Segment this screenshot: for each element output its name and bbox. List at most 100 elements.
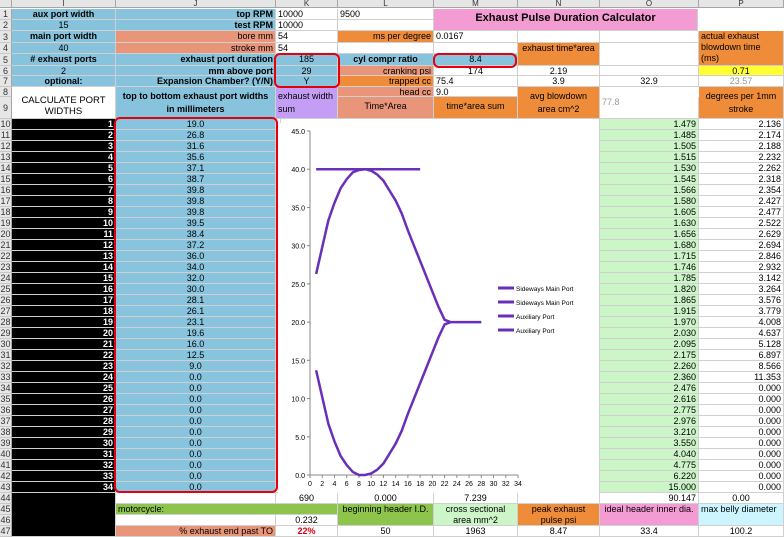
row-header[interactable]: 32 — [0, 361, 12, 372]
aux-port-width-value[interactable]: 15 — [12, 20, 116, 31]
col-header-o[interactable]: O — [600, 0, 699, 8]
n46-value[interactable]: 8.47 — [518, 526, 600, 537]
o3-empty[interactable] — [600, 31, 699, 43]
col-p-value[interactable]: 0.000 — [699, 482, 784, 493]
row-header[interactable]: 13 — [0, 152, 12, 163]
row-header[interactable]: 38 — [0, 427, 12, 438]
col-header-n[interactable]: N — [518, 0, 600, 8]
col-o-value[interactable]: 1.530 — [600, 163, 699, 174]
col-o-value[interactable]: 2.476 — [600, 383, 699, 394]
col-o-value[interactable]: 1.820 — [600, 284, 699, 295]
k44-value[interactable]: 690 — [276, 493, 338, 504]
col-o-value[interactable]: 1.630 — [600, 218, 699, 229]
row-header[interactable]: 37 — [0, 416, 12, 427]
j46-empty[interactable] — [116, 515, 276, 526]
col-header-p[interactable]: P — [699, 0, 784, 8]
row-header[interactable]: 8 — [0, 87, 12, 97]
l44-value[interactable]: 0.000 — [338, 493, 434, 504]
row-header[interactable]: 2 — [0, 20, 12, 31]
col-p-value[interactable]: 0.000 — [699, 416, 784, 427]
col-p-value[interactable]: 5.128 — [699, 339, 784, 350]
col-o-value[interactable]: 1.970 — [600, 317, 699, 328]
col-p-value[interactable]: 2.477 — [699, 207, 784, 218]
col-p-value[interactable]: 2.522 — [699, 218, 784, 229]
m44-value[interactable]: 7.239 — [434, 493, 518, 504]
row-header[interactable]: 12 — [0, 141, 12, 152]
col-header-k[interactable]: K — [276, 0, 338, 8]
corner-cell[interactable] — [0, 0, 12, 8]
head-cc-value[interactable]: 9.0 — [434, 87, 518, 97]
m46-value[interactable]: 1963 — [434, 526, 518, 537]
col-o-value[interactable]: 1.566 — [600, 185, 699, 196]
row-header[interactable]: 47 — [0, 526, 12, 537]
col-o-value[interactable]: 1.785 — [600, 273, 699, 284]
row-header[interactable]: 1 — [0, 9, 12, 20]
top-rpm-input[interactable]: 10000 — [276, 9, 338, 20]
col-o-value[interactable]: 2.616 — [600, 394, 699, 405]
col-p-value[interactable]: 2.846 — [699, 251, 784, 262]
col-o-value[interactable]: 15.000 — [600, 482, 699, 493]
col-p-value[interactable]: 3.779 — [699, 306, 784, 317]
row-header[interactable]: 34 — [0, 383, 12, 394]
col-o-value[interactable]: 1.715 — [600, 251, 699, 262]
row-header[interactable]: 17 — [0, 196, 12, 207]
o6-empty[interactable] — [600, 66, 699, 76]
row-header[interactable]: 42 — [0, 471, 12, 482]
col-o-value[interactable]: 1.515 — [600, 152, 699, 163]
row-header[interactable]: 40 — [0, 449, 12, 460]
col-p-value[interactable]: 11.353 — [699, 372, 784, 383]
col-o-value[interactable]: 1.505 — [600, 141, 699, 152]
exhaust-end-value[interactable]: 22% — [276, 526, 338, 537]
col-o-value[interactable]: 1.485 — [600, 130, 699, 141]
num-ports-value[interactable]: 2 — [12, 66, 116, 76]
row-header[interactable]: 46 — [0, 515, 12, 526]
col-p-value[interactable]: 0.000 — [699, 460, 784, 471]
o46-value[interactable]: 33.4 — [600, 526, 699, 537]
col-p-value[interactable]: 4.637 — [699, 328, 784, 339]
p46-value[interactable]: 100.2 — [699, 526, 784, 537]
l46-value[interactable]: 50 — [338, 526, 434, 537]
col-o-value[interactable]: 1.915 — [600, 306, 699, 317]
port-width-chart[interactable]: 0.0 5.0 10.0 15.0 20.0 25.0 30.0 35.0 40.0 45.0 0 2… — [278, 123, 584, 493]
row-header[interactable]: 41 — [0, 460, 12, 471]
row-header[interactable]: 33 — [0, 372, 12, 383]
bore-input[interactable]: 54 — [276, 31, 338, 43]
ms-per-degree-value[interactable]: 0.0167 — [434, 31, 518, 43]
p44-value[interactable]: 0.00 — [699, 493, 784, 504]
main-port-width-value[interactable]: 40 — [12, 43, 116, 54]
col-o-value[interactable]: 1.680 — [600, 240, 699, 251]
col-o-value[interactable]: 4.775 — [600, 460, 699, 471]
col-header-l[interactable]: L — [338, 0, 434, 8]
col-p-value[interactable]: 0.000 — [699, 405, 784, 416]
n44-empty[interactable] — [518, 493, 600, 504]
l4-empty[interactable] — [338, 43, 434, 54]
row-header[interactable]: 14 — [0, 163, 12, 174]
col-p-value[interactable]: 2.136 — [699, 119, 784, 130]
col-p-value[interactable]: 0.000 — [699, 449, 784, 460]
col-p-value[interactable]: 2.694 — [699, 240, 784, 251]
row-header[interactable]: 6 — [0, 66, 12, 76]
row-header[interactable]: 43 — [0, 482, 12, 493]
row-header[interactable]: 21 — [0, 240, 12, 251]
col-p-value[interactable]: 8.566 — [699, 361, 784, 372]
col-p-value[interactable]: 0.000 — [699, 438, 784, 449]
col-o-value[interactable]: 4.040 — [600, 449, 699, 460]
row-header[interactable]: 15 — [0, 174, 12, 185]
row-header[interactable]: 22 — [0, 251, 12, 262]
row-header[interactable]: 28 — [0, 317, 12, 328]
row-header[interactable]: 3 — [0, 31, 12, 43]
row-header[interactable]: 26 — [0, 295, 12, 306]
col-p-value[interactable]: 6.897 — [699, 350, 784, 361]
col-p-value[interactable]: 3.576 — [699, 295, 784, 306]
col-o-value[interactable]: 1.605 — [600, 207, 699, 218]
col-p-value[interactable]: 2.354 — [699, 185, 784, 196]
actual-blowdown-value[interactable]: 0.71 — [699, 66, 784, 76]
row-header[interactable]: 20 — [0, 229, 12, 240]
col-header-m[interactable]: M — [434, 0, 518, 8]
col-header-j[interactable]: J — [116, 0, 276, 8]
row-header[interactable]: 35 — [0, 394, 12, 405]
col-p-value[interactable]: 0.000 — [699, 383, 784, 394]
row-header[interactable]: 24 — [0, 273, 12, 284]
k46-value[interactable]: 0.232 — [276, 515, 338, 526]
row-header[interactable]: 31 — [0, 350, 12, 361]
